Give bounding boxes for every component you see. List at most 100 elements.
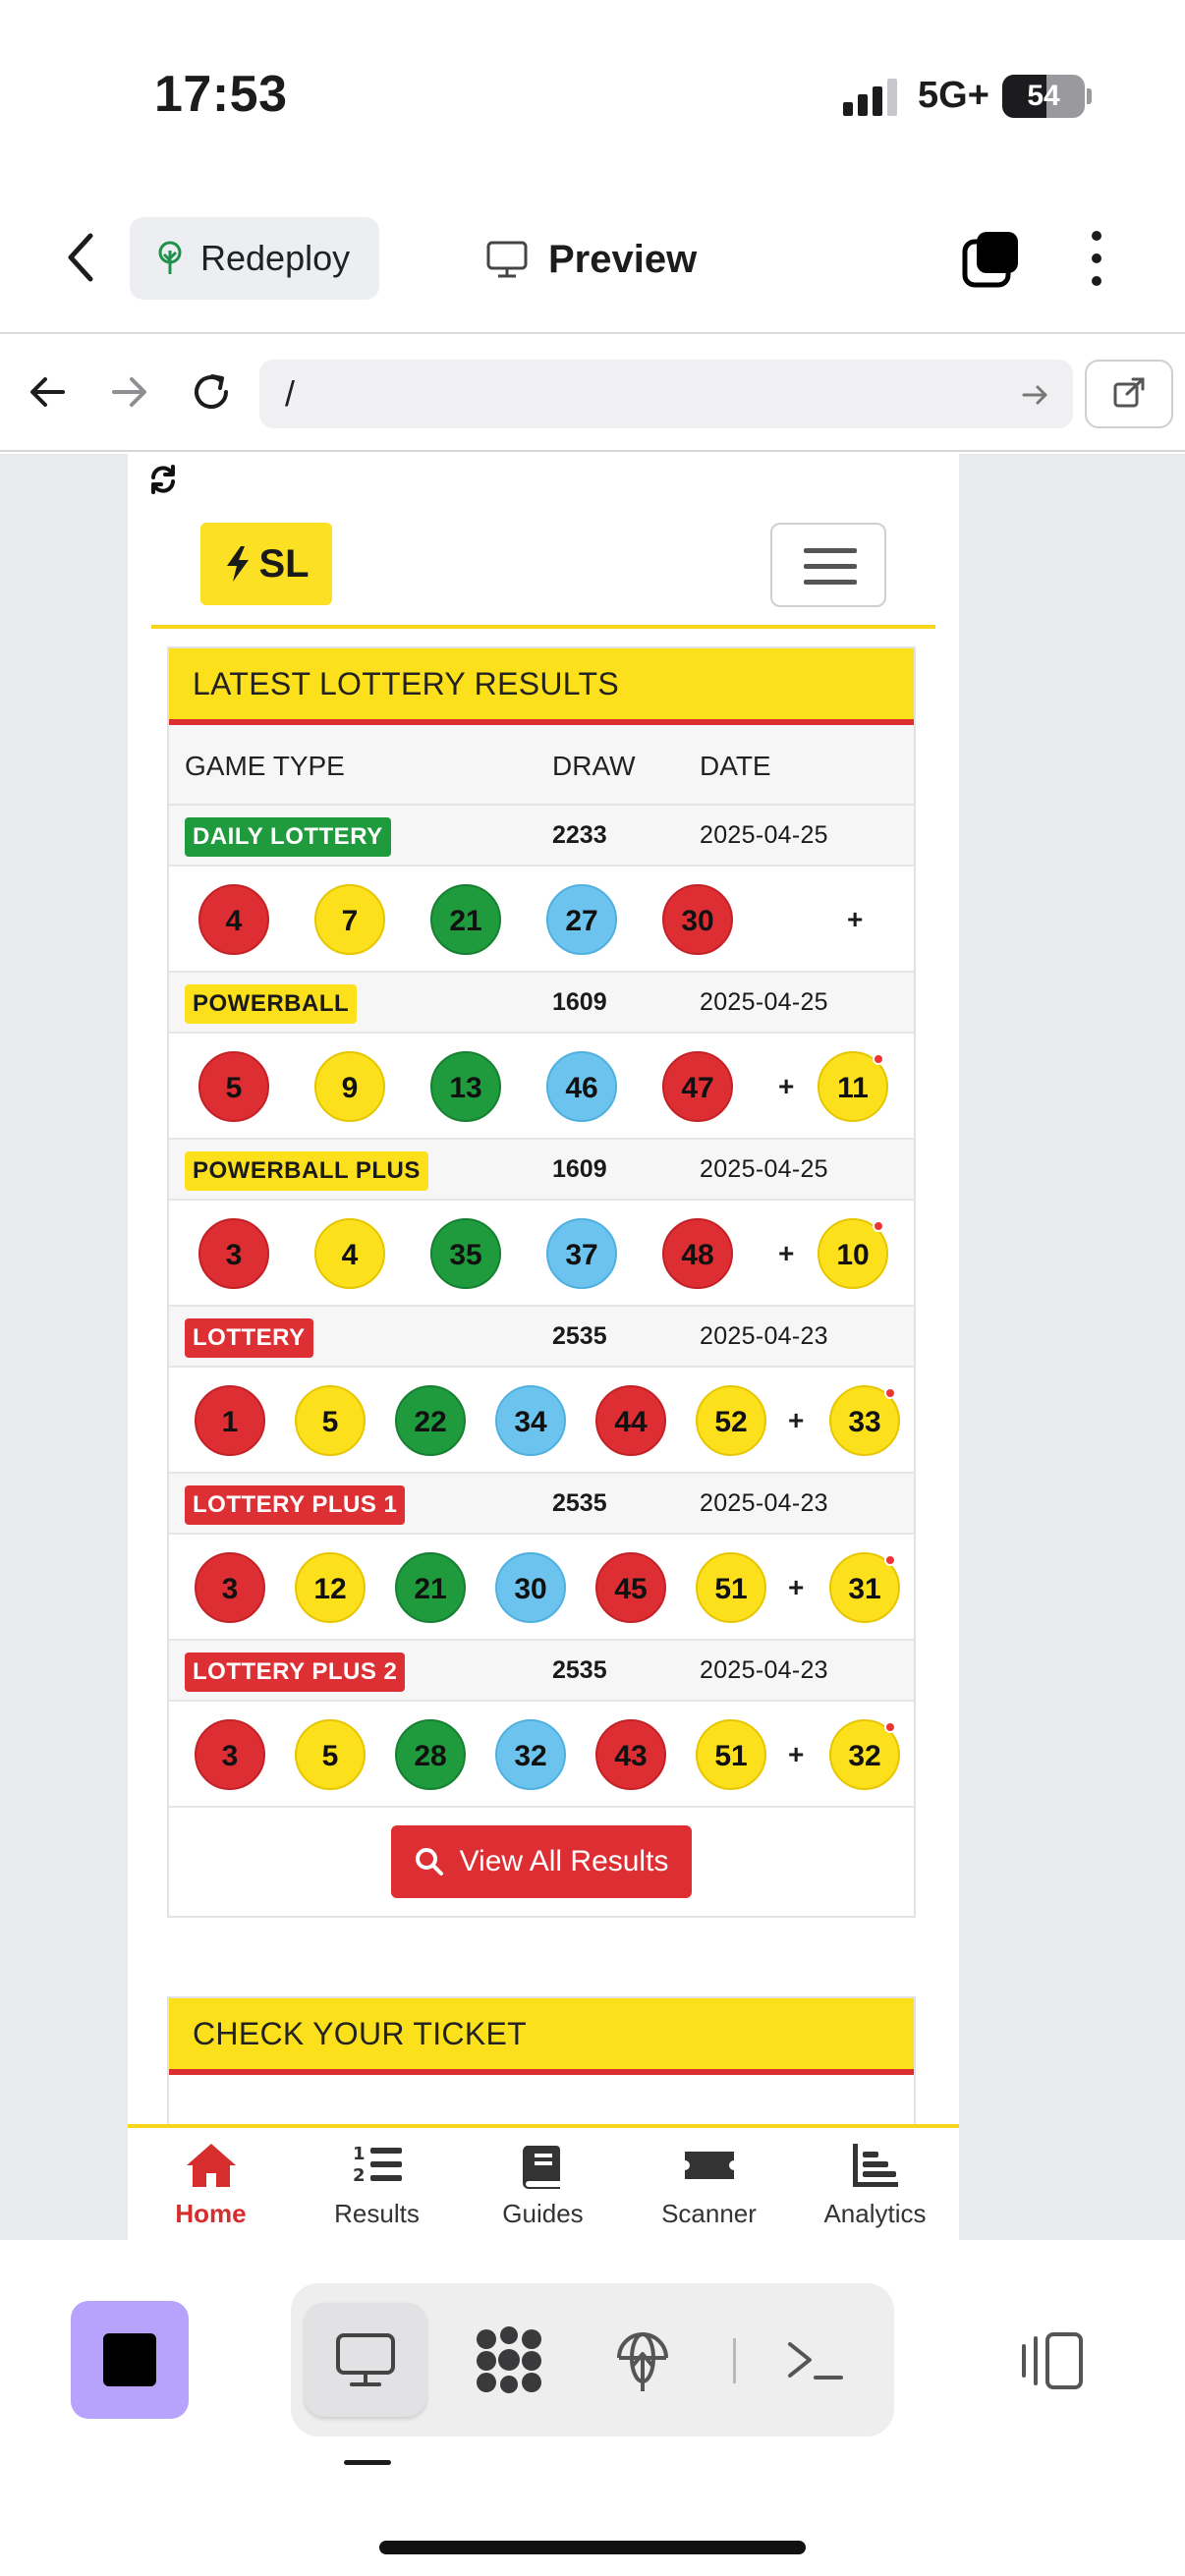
lottery-ball: 5 xyxy=(295,1719,366,1790)
lottery-ball: 30 xyxy=(495,1552,566,1623)
globe-upload-icon xyxy=(617,2332,668,2391)
tool-deploy[interactable] xyxy=(582,2303,704,2417)
preview-tab[interactable]: Preview xyxy=(485,228,697,291)
terminal-icon xyxy=(788,2342,843,2380)
tool-switcher xyxy=(291,2283,894,2436)
sync-icon[interactable] xyxy=(147,464,179,495)
game-type-badge[interactable]: LOTTERY PLUS 2 xyxy=(185,1652,406,1692)
signal-icon xyxy=(843,79,897,116)
app-bottom-toolbar xyxy=(0,2240,1185,2576)
game-type-badge[interactable]: LOTTERY xyxy=(185,1318,313,1358)
url-input[interactable]: / xyxy=(259,360,1073,428)
lottery-ball: 5 xyxy=(198,1051,269,1122)
tab-guides-label: Guides xyxy=(502,2199,584,2228)
lottery-ball: 3 xyxy=(195,1552,265,1623)
result-row-info: LOTTERY 2535 2025-04-23 xyxy=(169,1307,914,1368)
col-date: DATE xyxy=(700,751,771,781)
deploy-tree-icon xyxy=(158,241,182,274)
go-arrow-icon[interactable] xyxy=(1020,379,1051,411)
draw-date: 2025-04-25 xyxy=(700,1155,828,1183)
status-bar: 17:53 5G+ 54 xyxy=(0,0,1185,196)
battery-level: 54 xyxy=(1027,80,1060,112)
svg-text:1: 1 xyxy=(353,2144,366,2164)
result-row-info: POWERBALL 1609 2025-04-25 xyxy=(169,973,914,1034)
tab-results-label: Results xyxy=(334,2199,420,2228)
bonus-ball: 33 xyxy=(829,1385,900,1456)
more-vertical-icon[interactable] xyxy=(1081,228,1112,289)
search-icon xyxy=(415,1848,443,1876)
result-row-info: DAILY LOTTERY 2233 2025-04-25 xyxy=(169,806,914,867)
lottery-ball: 35 xyxy=(430,1218,501,1289)
stop-button[interactable] xyxy=(71,2301,189,2419)
browser-forward-icon[interactable] xyxy=(104,367,153,417)
lottery-ball: 3 xyxy=(195,1719,265,1790)
lottery-ball: 21 xyxy=(395,1552,466,1623)
lottery-ball: 4 xyxy=(198,884,269,955)
bonus-plus-sign: + xyxy=(788,1739,805,1769)
game-type-badge[interactable]: POWERBALL xyxy=(185,984,358,1024)
network-label: 5G+ xyxy=(918,75,989,116)
bonus-indicator-dot xyxy=(884,1721,896,1733)
battery-icon: 54 xyxy=(1002,75,1085,118)
lottery-ball: 43 xyxy=(595,1719,666,1790)
stop-icon xyxy=(103,2333,156,2386)
draw-date: 2025-04-23 xyxy=(700,1322,828,1350)
svg-text:2: 2 xyxy=(353,2165,366,2186)
tool-agents[interactable] xyxy=(448,2303,570,2417)
lottery-ball: 34 xyxy=(495,1385,566,1456)
home-icon xyxy=(186,2144,236,2187)
lottery-ball: 28 xyxy=(395,1719,466,1790)
tool-shell[interactable] xyxy=(755,2303,876,2417)
results-rows: DAILY LOTTERY 2233 2025-04-25 4 7 21 27 30 + POWE… xyxy=(169,806,914,1808)
home-indicator xyxy=(379,2541,806,2554)
draw-number: 2535 xyxy=(552,1489,607,1517)
lottery-ball: 22 xyxy=(395,1385,466,1456)
result-row-balls: 3 5 28 32 43 51 +32 xyxy=(169,1702,914,1808)
tool-preview[interactable] xyxy=(305,2303,426,2417)
lottery-ball: 4 xyxy=(314,1218,385,1289)
redeploy-button[interactable]: Redeploy xyxy=(130,217,379,300)
lottery-ball: 13 xyxy=(430,1051,501,1122)
bonus-ball: 31 xyxy=(829,1552,900,1623)
table-header: GAME TYPE DRAW DATE xyxy=(169,725,914,806)
result-row-balls: 3 12 21 30 45 51 +31 xyxy=(169,1535,914,1641)
open-external-button[interactable] xyxy=(1085,360,1173,428)
dots-cluster-icon xyxy=(477,2326,541,2393)
result-row-balls: 1 5 22 34 44 52 +33 xyxy=(169,1368,914,1474)
lottery-ball: 32 xyxy=(495,1719,566,1790)
site-logo[interactable]: SL xyxy=(200,523,332,605)
game-type-badge[interactable]: POWERBALL PLUS xyxy=(185,1151,428,1191)
game-type-badge[interactable]: LOTTERY PLUS 1 xyxy=(185,1485,406,1525)
latest-results-card: LATEST LOTTERY RESULTS GAME TYPE DRAW DA… xyxy=(167,646,916,1918)
lottery-ball: 1 xyxy=(195,1385,265,1456)
reload-icon[interactable] xyxy=(187,367,236,417)
view-all-results-button[interactable]: View All Results xyxy=(391,1825,692,1898)
side-panel-icon[interactable] xyxy=(1018,2328,1087,2393)
bonus-indicator-dot xyxy=(884,1554,896,1566)
menu-toggle-button[interactable] xyxy=(770,523,886,607)
tab-scanner-label: Scanner xyxy=(661,2199,757,2228)
tabs-icon[interactable] xyxy=(961,228,1022,289)
back-chevron-icon[interactable] xyxy=(59,226,102,289)
lottery-ball: 30 xyxy=(662,884,733,955)
result-row-balls: 4 7 21 27 30 + xyxy=(169,867,914,973)
tab-analytics[interactable]: Analytics xyxy=(792,2142,958,2229)
tab-guides[interactable]: Guides xyxy=(460,2142,626,2229)
bonus-plus-sign: + xyxy=(778,1071,795,1101)
bonus-number: 32 xyxy=(848,1740,881,1772)
draw-date: 2025-04-23 xyxy=(700,1489,828,1517)
lottery-ball: 48 xyxy=(662,1218,733,1289)
tab-scanner[interactable]: Scanner xyxy=(626,2142,792,2229)
draw-date: 2025-04-25 xyxy=(700,988,828,1016)
site-navbar: SL xyxy=(151,503,935,629)
game-type-badge[interactable]: DAILY LOTTERY xyxy=(185,817,391,857)
lottery-ball: 3 xyxy=(198,1218,269,1289)
lottery-ball: 44 xyxy=(595,1385,666,1456)
monitor-icon xyxy=(336,2333,395,2386)
lottery-ball: 9 xyxy=(314,1051,385,1122)
tab-home[interactable]: Home xyxy=(128,2142,294,2229)
bonus-indicator-dot xyxy=(873,1053,884,1065)
tab-results[interactable]: 1 2 Results xyxy=(294,2142,460,2229)
preview-label: Preview xyxy=(548,237,698,281)
browser-back-icon[interactable] xyxy=(24,367,73,417)
